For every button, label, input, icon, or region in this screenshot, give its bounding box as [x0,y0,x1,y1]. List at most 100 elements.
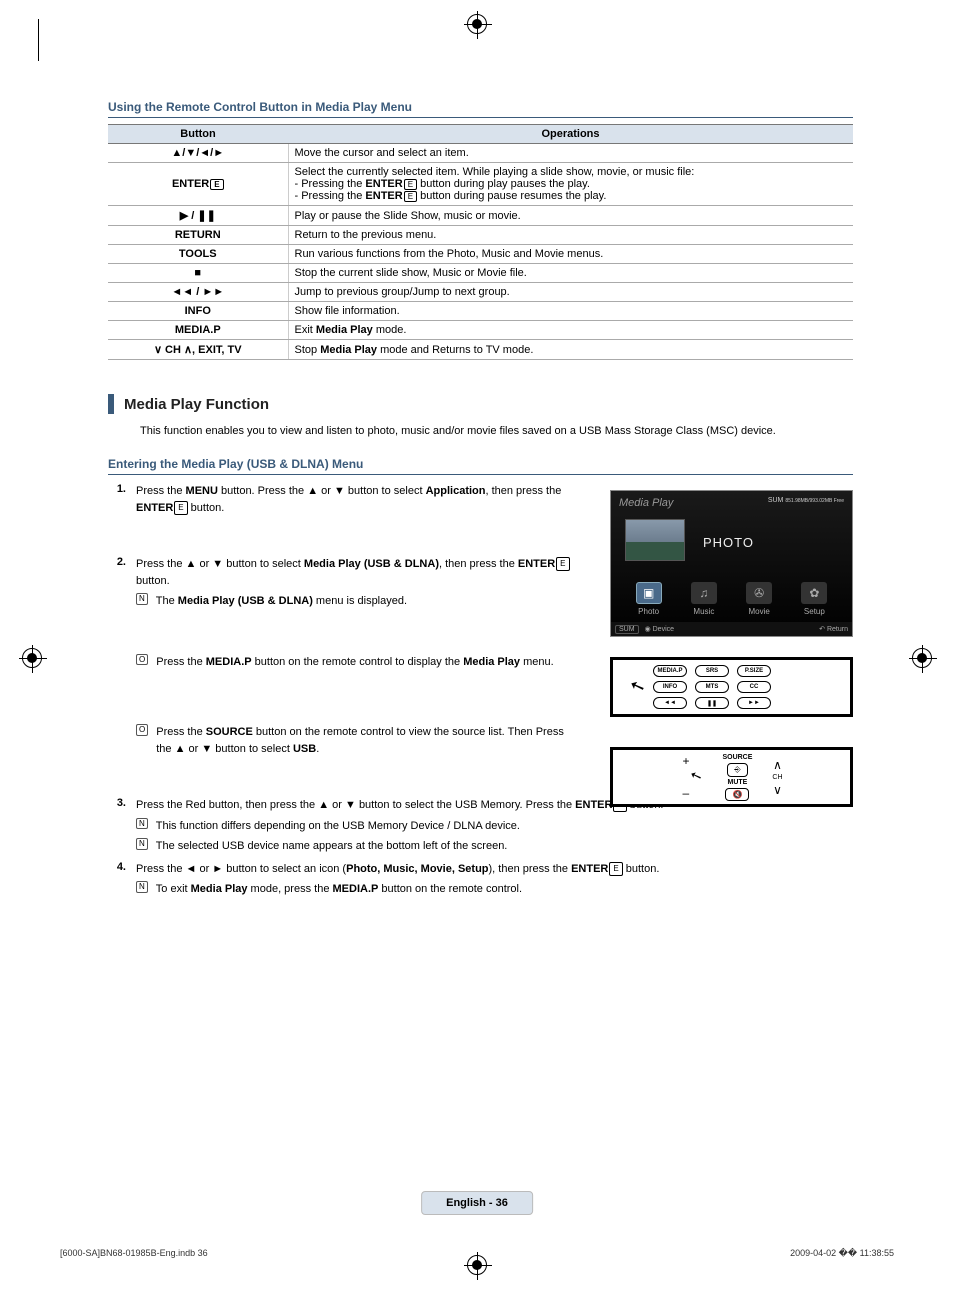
step-number: 2. [108,556,126,757]
music-icon: ♫ [691,582,717,604]
op-enter: Select the currently selected item. Whil… [288,163,853,206]
note-text: The selected USB device name appears at … [156,838,508,855]
enter-icon: E [210,179,223,190]
enter-icon: E [609,862,622,876]
th-operations: Operations [288,125,853,144]
enter-icon: E [174,501,187,515]
mute-button-icon: 🔇 [725,788,749,801]
heading-accent-bar [108,394,114,414]
btn-ch-exit-tv: ∨ CH ∧, EXIT, TV [108,340,288,360]
step-number: 3. [108,797,126,855]
note-text: Press the SOURCE button on the remote co… [156,724,576,757]
btn-stop: ■ [108,264,288,283]
btn-arrows: ▲/▼/◄/► [108,144,288,163]
ch-column: ∧ CH ∨ [772,758,782,797]
heading-text: Media Play Function [124,396,269,413]
remote-button-grid: MEDIA.P SRS P.SIZE INFO MTS CC ◄◄ ❚❚ ►► [653,665,771,709]
note-icon: N [136,838,148,850]
intro-text: This function enables you to view and li… [140,424,853,439]
remote-illustration-mediap: ➚ MEDIA.P SRS P.SIZE INFO MTS CC ◄◄ ❚❚ ►… [610,657,853,717]
osd-thumbnail [625,519,685,561]
op-play-pause: Play or pause the Slide Show, music or m… [288,206,853,226]
print-timestamp: 2009-04-02 �� 11:38:55 [790,1248,894,1259]
osd-bottom-bar: SUM ◉ Device ↶ Return [611,622,852,636]
osd-sum: SUM 851.98MB/993.02MB Free [768,497,844,504]
remote-button-table: Button Operations ▲/▼/◄/► Move the curso… [108,124,853,360]
btn-mediap: MEDIA.P [108,321,288,340]
btn-skip: ◄◄ / ►► [108,283,288,302]
page-number-pill: English - 36 [421,1191,533,1215]
remote-btn-cc: CC [737,681,771,693]
osd-icon-movie: ✇Movie [739,582,779,616]
registration-mark-top [467,14,487,34]
step-body: Press the MENU button. Press the ▲ or ▼ … [136,483,576,516]
remote-btn-info: INFO [653,681,687,693]
osd-photo-label: PHOTO [703,535,754,550]
op-stop: Stop the current slide show, Music or Mo… [288,264,853,283]
op-info: Show file information. [288,302,853,321]
osd-sum-pill: SUM [615,625,639,634]
photo-icon: ▣ [636,582,662,604]
enter-icon: E [404,191,417,202]
print-footer: [6000-SA]BN68-01985B-Eng.indb 36 2009-04… [60,1248,894,1259]
remote-btn-rew: ◄◄ [653,697,687,709]
btn-play-pause: ▶ / ❚❚ [108,206,288,226]
op-skip: Jump to previous group/Jump to next grou… [288,283,853,302]
tip-icon: O [136,724,148,736]
note-text: Press the MEDIA.P button on the remote c… [156,654,553,671]
enter-icon: E [404,179,417,190]
ch-label: CH [772,774,782,781]
note-icon: N [136,881,148,893]
source-button-icon: ⎆ [727,763,747,777]
page-content: Using the Remote Control Button in Media… [108,100,853,904]
enter-icon: E [556,557,569,571]
step-body: Press the ▲ or ▼ button to select Media … [136,556,576,757]
steps-list-cont: 3. Press the Red button, then press the … [108,797,853,898]
osd-icon-photo: ▣Photo [629,582,669,616]
op-mediap: Exit Media Play mode. [288,321,853,340]
step-number: 4. [108,861,126,898]
sub-heading: Entering the Media Play (USB & DLNA) Men… [108,457,853,475]
note-text: To exit Media Play mode, press the MEDIA… [156,881,522,898]
btn-tools: TOOLS [108,245,288,264]
source-label: SOURCE [722,754,752,761]
remote-btn-mts: MTS [695,681,729,693]
osd-icon-setup: ✿Setup [794,582,834,616]
remote-btn-mediap: MEDIA.P [653,665,687,677]
registration-mark-left [22,648,42,668]
osd-device-label: ◉ Device [645,625,674,633]
osd-screenshot: Media Play SUM 851.98MB/993.02MB Free PH… [610,490,853,637]
op-return: Return to the previous menu. [288,226,853,245]
ch-down-icon: ∨ [773,783,782,797]
step-number: 1. [108,483,126,516]
ch-up-icon: ∧ [773,758,782,772]
op-arrows: Move the cursor and select an item. [288,144,853,163]
mute-label: MUTE [728,779,748,786]
remote-btn-psize: P.SIZE [737,665,771,677]
btn-enter: ENTERE [108,163,288,206]
remote-btn-srs: SRS [695,665,729,677]
tip-icon: O [136,654,148,666]
source-column: SOURCE ⎆ MUTE 🔇 [722,754,752,801]
op-tools: Run various functions from the Photo, Mu… [288,245,853,264]
volume-column: + ➚ – [680,754,702,800]
setup-icon: ✿ [801,582,827,604]
osd-icon-music: ♫Music [684,582,724,616]
btn-info: INFO [108,302,288,321]
note-text: This function differs depending on the U… [156,818,520,835]
note-icon: N [136,818,148,830]
th-button: Button [108,125,288,144]
print-file-info: [6000-SA]BN68-01985B-Eng.indb 36 [60,1248,208,1259]
pointer-arrow-icon: ➚ [621,675,648,699]
movie-icon: ✇ [746,582,772,604]
crop-mark [38,19,52,61]
remote-illustration-source: + ➚ – SOURCE ⎆ MUTE 🔇 ∧ CH ∨ [610,747,853,807]
pointer-arrow-icon: ➚ [679,767,704,788]
section-title: Using the Remote Control Button in Media… [108,100,853,118]
step-body: Press the ◄ or ► button to select an ico… [136,861,836,898]
step-4: 4. Press the ◄ or ► button to select an … [108,861,853,898]
remote-btn-ff: ►► [737,697,771,709]
note-text: The Media Play (USB & DLNA) menu is disp… [156,593,407,610]
vol-minus-icon: – [682,786,700,800]
registration-mark-right [912,648,932,668]
